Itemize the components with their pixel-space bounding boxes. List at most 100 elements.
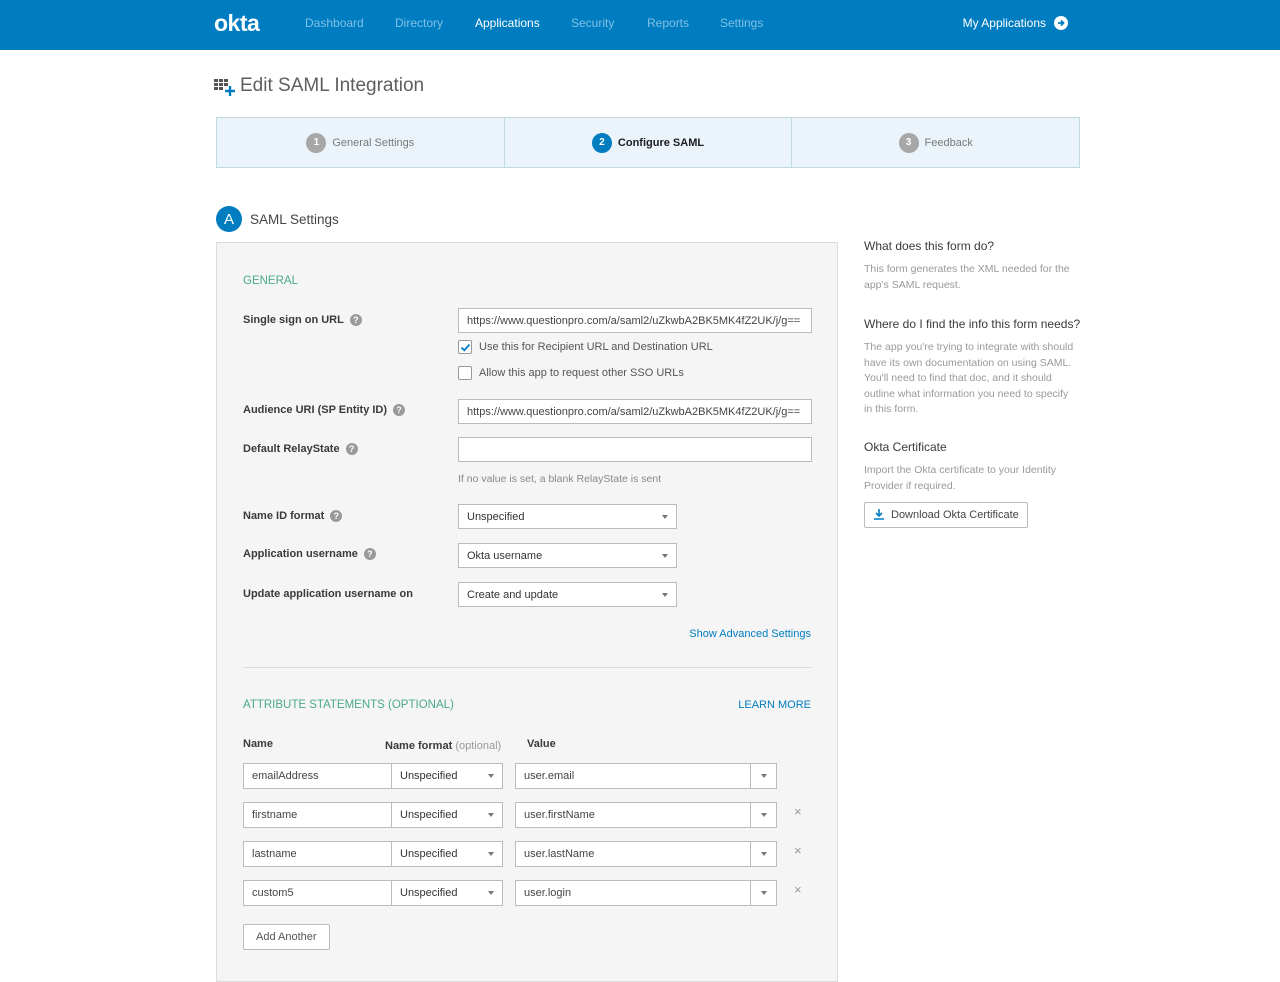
nav-applications[interactable]: Applications (475, 16, 540, 30)
name-id-format-label: Name ID format ? (243, 510, 343, 522)
col-format-optional: (optional) (455, 740, 502, 752)
chevron-down-icon (662, 514, 668, 519)
update-username-select[interactable]: Create and update (458, 582, 677, 607)
attribute-format-select[interactable]: Unspecified (392, 841, 503, 867)
help-icon[interactable]: ? (345, 443, 358, 455)
download-icon (873, 508, 885, 523)
add-app-grid-icon (214, 77, 235, 96)
other-sso-checkbox-row[interactable]: Allow this app to request other SSO URLs (458, 366, 684, 380)
learn-more-link[interactable]: LEARN MORE (738, 699, 811, 711)
attribute-format-select[interactable]: Unspecified (392, 880, 503, 906)
chevron-down-icon (662, 592, 668, 597)
remove-attribute-close-icon[interactable]: × (794, 843, 802, 858)
app-username-select[interactable]: Okta username (458, 543, 677, 568)
audience-uri-input[interactable]: https://www.questionpro.com/a/saml2/uZkw… (458, 399, 812, 424)
chevron-down-icon (488, 891, 494, 895)
attribute-format-value: Unspecified (400, 809, 458, 821)
attribute-format-select[interactable]: Unspecified (392, 763, 503, 789)
attribute-name-input[interactable]: custom5 (243, 880, 392, 906)
other-sso-checkbox-label: Allow this app to request other SSO URLs (479, 367, 684, 379)
name-id-format-label-text: Name ID format (243, 510, 325, 522)
help-icon[interactable]: ? (363, 548, 376, 560)
wizard-step-feedback[interactable]: 3 Feedback (792, 118, 1079, 167)
attribute-format-value: Unspecified (400, 848, 458, 860)
nav-reports[interactable]: Reports (647, 16, 689, 30)
wizard-step-general[interactable]: 1 General Settings (217, 118, 505, 167)
chevron-down-icon[interactable] (750, 764, 776, 788)
chevron-down-icon[interactable] (750, 803, 776, 827)
attribute-name-input[interactable]: firstname (243, 802, 392, 828)
general-heading: GENERAL (243, 275, 298, 287)
section-header: A SAML Settings (216, 206, 339, 232)
help-question-find-info: Where do I find the info this form needs… (864, 317, 1081, 331)
attribute-value-combobox[interactable]: user.firstName (515, 802, 777, 828)
step-label: Feedback (924, 136, 973, 149)
attribute-format-select[interactable]: Unspecified (392, 802, 503, 828)
sso-url-input[interactable]: https://www.questionpro.com/a/saml2/uZkw… (458, 308, 812, 333)
nav-security[interactable]: Security (571, 16, 614, 30)
name-id-format-value: Unspecified (467, 510, 525, 523)
page-title-text: Edit SAML Integration (240, 75, 425, 96)
attribute-value-combobox[interactable]: user.email (515, 763, 777, 789)
page-title: Edit SAML Integration (214, 75, 424, 97)
relaystate-input[interactable] (458, 437, 812, 462)
show-advanced-settings-link[interactable]: Show Advanced Settings (689, 628, 811, 640)
help-question-form-purpose: What does this form do? (864, 239, 995, 253)
step-number: 3 (898, 132, 919, 153)
app-username-label-text: Application username (243, 548, 358, 560)
nav-settings[interactable]: Settings (720, 16, 763, 30)
attribute-format-value: Unspecified (400, 770, 458, 782)
section-badge: A (216, 206, 242, 232)
add-another-button[interactable]: Add Another (243, 924, 330, 950)
attribute-statements-heading: ATTRIBUTE STATEMENTS (OPTIONAL) (243, 699, 454, 711)
app-username-value: Okta username (467, 549, 543, 562)
chevron-down-icon (488, 813, 494, 817)
chevron-down-icon (488, 852, 494, 856)
recipient-url-checkbox[interactable] (458, 340, 472, 354)
attribute-format-value: Unspecified (400, 887, 458, 899)
sso-url-label: Single sign on URL ? (243, 314, 362, 326)
app-username-label: Application username ? (243, 548, 376, 560)
chevron-down-icon[interactable] (750, 881, 776, 905)
sso-url-label-text: Single sign on URL (243, 314, 344, 326)
attribute-name-input[interactable]: emailAddress (243, 763, 392, 789)
attribute-value-text: user.lastName (524, 848, 595, 860)
attribute-value-text: user.firstName (524, 809, 595, 821)
wizard-steps: 1 General Settings 2 Configure SAML 3 Fe… (216, 117, 1080, 168)
download-button-label: Download Okta Certificate (891, 509, 1019, 521)
chevron-down-icon[interactable] (750, 842, 776, 866)
update-username-label-text: Update application username on (243, 588, 413, 600)
audience-uri-label: Audience URI (SP Entity ID) ? (243, 404, 406, 416)
recipient-url-checkbox-row[interactable]: Use this for Recipient URL and Destinati… (458, 340, 713, 354)
attribute-value-text: user.login (524, 887, 572, 899)
remove-attribute-close-icon[interactable]: × (794, 882, 802, 897)
chevron-down-icon (662, 553, 668, 558)
relaystate-label-text: Default RelayState (243, 443, 340, 455)
step-number: 1 (306, 132, 327, 153)
chevron-down-icon (488, 774, 494, 778)
my-applications-label: My Applications (962, 16, 1046, 30)
remove-attribute-close-icon[interactable]: × (794, 804, 802, 819)
name-id-format-select[interactable]: Unspecified (458, 504, 677, 529)
col-name-header: Name (243, 738, 273, 750)
nav-dashboard[interactable]: Dashboard (305, 16, 364, 30)
help-icon[interactable]: ? (393, 404, 406, 416)
other-sso-checkbox[interactable] (458, 366, 472, 380)
col-format-header: Name format (optional) (385, 740, 501, 752)
col-value-header: Value (527, 738, 556, 750)
attribute-value-combobox[interactable]: user.lastName (515, 841, 777, 867)
my-applications-link[interactable]: My Applications (963, 16, 1068, 30)
wizard-step-configure-saml[interactable]: 2 Configure SAML (505, 118, 793, 167)
attribute-name-input[interactable]: lastname (243, 841, 392, 867)
saml-settings-panel: GENERAL Single sign on URL ? https://www… (216, 242, 838, 982)
step-label: General Settings (332, 136, 415, 149)
okta-logo[interactable]: okta (214, 10, 260, 37)
attribute-value-text: user.email (524, 770, 575, 782)
download-okta-certificate-button[interactable]: Download Okta Certificate (864, 502, 1028, 528)
nav-directory[interactable]: Directory (395, 16, 443, 30)
help-icon[interactable]: ? (330, 510, 343, 522)
relaystate-label: Default RelayState ? (243, 443, 358, 455)
attribute-value-combobox[interactable]: user.login (515, 880, 777, 906)
help-icon[interactable]: ? (349, 314, 362, 326)
section-divider (243, 667, 812, 668)
